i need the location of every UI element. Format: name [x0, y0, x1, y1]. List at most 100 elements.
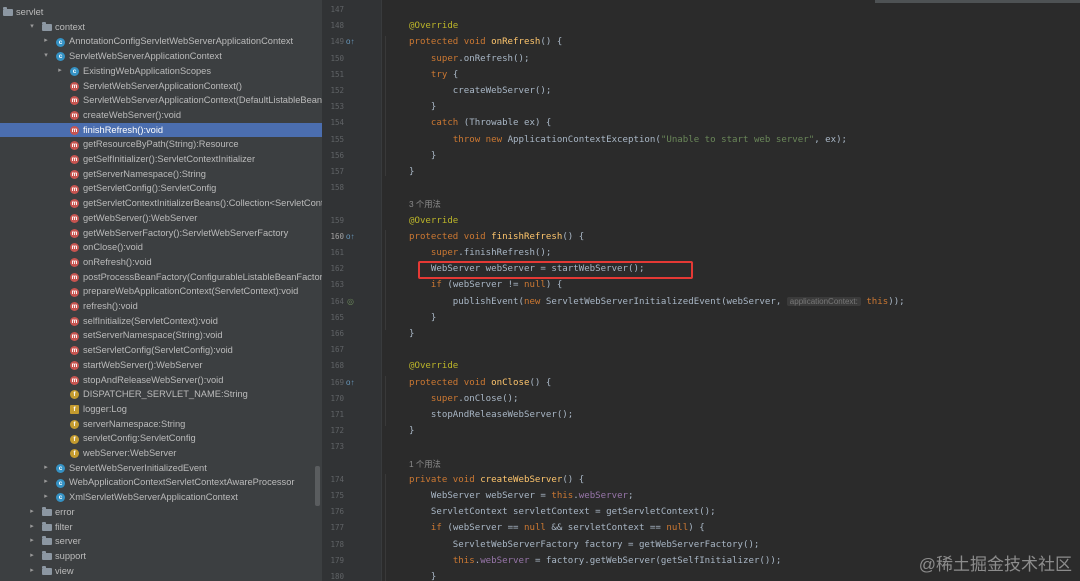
code-line[interactable]: WebServer webServer = startWebServer(); — [409, 261, 645, 277]
chevron-right-icon[interactable]: ▸ — [28, 564, 36, 579]
chevron-right-icon[interactable]: ▸ — [28, 534, 36, 549]
usages-hint[interactable]: 1 个用法 — [409, 456, 441, 472]
code-line[interactable]: } — [409, 326, 414, 342]
code-line[interactable]: private void createWebServer() { — [409, 472, 584, 488]
chevron-down-icon[interactable]: ▾ — [28, 20, 36, 35]
tree-row[interactable]: ▸ filter — [0, 520, 322, 535]
code-line[interactable]: super.onClose(); — [409, 391, 519, 407]
tree-row[interactable]: f webServer:WebServer — [0, 446, 322, 461]
code-line[interactable]: super.finishRefresh(); — [409, 245, 551, 261]
code-line[interactable]: if (webServer == null && servletContext … — [409, 520, 705, 536]
chevron-right-icon[interactable]: ▸ — [42, 34, 50, 49]
override-icon[interactable]: o↑ — [346, 375, 354, 391]
code-line[interactable]: try { — [409, 67, 458, 83]
code-line[interactable]: protected void finishRefresh() { — [409, 229, 584, 245]
code-token: (Throwable ex) { — [463, 118, 552, 129]
tree-row[interactable]: ▸ c WebApplicationContextServletContextAwa… — [0, 475, 322, 490]
tree-row[interactable]: ▸ server — [0, 534, 322, 549]
tree-row[interactable]: f logger:Log — [0, 402, 322, 417]
override-icon[interactable]: o↑ — [346, 34, 354, 50]
code-line[interactable]: } — [409, 148, 436, 164]
tree-row[interactable]: m ServletWebServerApplicationContext(Defa… — [0, 93, 322, 108]
field-sq-icon: f — [70, 405, 79, 415]
tree-row[interactable]: ▸ view — [0, 564, 322, 579]
chevron-right-icon[interactable]: ▸ — [28, 549, 36, 564]
tree-row[interactable]: ▸ c ServletWebServerInitializedEvent — [0, 461, 322, 476]
code-line[interactable]: ServletWebServerFactory factory = getWeb… — [409, 537, 760, 553]
code-line[interactable]: createWebServer(); — [409, 83, 552, 99]
tree-row[interactable]: m onClose():void — [0, 240, 322, 255]
code-line[interactable]: } — [409, 310, 436, 326]
code-line[interactable]: throw new ApplicationContextException("U… — [409, 132, 847, 148]
tree-row[interactable]: ▸ c ExistingWebApplicationScopes — [0, 64, 322, 79]
chevron-right-icon[interactable]: ▸ — [28, 520, 36, 535]
tree-row[interactable]: ▸ support — [0, 549, 322, 564]
tree-row[interactable]: servlet — [0, 5, 322, 20]
tree-row[interactable]: m refresh():void — [0, 299, 322, 314]
tree-row[interactable]: ▾ c ServletWebServerApplicationContext — [0, 49, 322, 64]
tree-row[interactable]: m getWebServerFactory():ServletWebServerF… — [0, 226, 322, 241]
code-token: ) { — [688, 523, 705, 534]
tree-row[interactable]: m getSelfInitializer():ServletContextInit… — [0, 152, 322, 167]
tree-row-label: setServletConfig(ServletConfig):void — [83, 345, 233, 356]
tree-row[interactable]: m setServerNamespace(String):void — [0, 328, 322, 343]
code-line[interactable]: stopAndReleaseWebServer(); — [409, 407, 573, 423]
line-number: 148 — [330, 21, 344, 31]
code-line[interactable]: } — [409, 99, 436, 115]
chevron-right-icon[interactable]: ▸ — [28, 505, 36, 520]
tree-row[interactable]: m selfInitialize(ServletContext):void — [0, 314, 322, 329]
code-line[interactable]: @Override — [409, 18, 458, 34]
tree-row[interactable]: m getWebServer():WebServer — [0, 211, 322, 226]
tree-row[interactable]: m startWebServer():WebServer — [0, 358, 322, 373]
folder-icon — [42, 21, 52, 31]
tree-row[interactable]: m postProcessBeanFactory(ConfigurableList… — [0, 270, 322, 285]
chevron-right-icon[interactable]: ▸ — [42, 475, 50, 490]
tree-row[interactable]: f serverNamespace:String — [0, 417, 322, 432]
tree-row[interactable]: ▸ c XmlServletWebServerApplicationContext — [0, 490, 322, 505]
tree-row[interactable]: m getServletContextInitializerBeans():Col… — [0, 196, 322, 211]
tree-row[interactable]: m onRefresh():void — [0, 255, 322, 270]
code-line[interactable]: protected void onRefresh() { — [409, 34, 562, 50]
code-line[interactable]: @Override — [409, 213, 458, 229]
tree-row[interactable]: f servletConfig:ServletConfig — [0, 431, 322, 446]
tree-row-label: setServerNamespace(String):void — [83, 330, 223, 341]
tree-row[interactable]: m stopAndReleaseWebServer():void — [0, 373, 322, 388]
tree-row[interactable]: ▸ error — [0, 505, 322, 520]
code-line[interactable]: if (webServer != null) { — [409, 277, 562, 293]
event-listener-icon[interactable]: ◎ — [347, 294, 354, 310]
code-line[interactable]: ServletContext servletContext = getServl… — [409, 504, 716, 520]
tree-row[interactable]: m prepareWebApplicationContext(ServletCon… — [0, 284, 322, 299]
tree-row[interactable]: m createWebServer():void — [0, 108, 322, 123]
tree-row[interactable]: f DISPATCHER_SERVLET_NAME:String — [0, 387, 322, 402]
tree-row[interactable]: m finishRefresh():void — [0, 122, 322, 138]
code-line[interactable]: WebServer webServer = this.webServer; — [409, 488, 634, 504]
chevron-right-icon[interactable]: ▸ — [56, 64, 64, 79]
code-line[interactable]: protected void onClose() { — [409, 375, 551, 391]
code-line[interactable]: this.webServer = factory.getWebServer(ge… — [409, 553, 782, 569]
tree-row[interactable]: m setServletConfig(ServletConfig):void — [0, 343, 322, 358]
code-line[interactable]: @Override — [409, 358, 458, 374]
chevron-down-icon[interactable]: ▾ — [42, 49, 50, 64]
tree-row[interactable]: m getServerNamespace():String — [0, 167, 322, 182]
chevron-right-icon[interactable]: ▸ — [42, 461, 50, 476]
tree-row[interactable]: m ServletWebServerApplicationContext() — [0, 79, 322, 94]
tree-scrollbar[interactable] — [315, 466, 320, 506]
tree-row[interactable]: m getResourceByPath(String):Resource — [0, 137, 322, 152]
code-line[interactable]: } — [409, 569, 436, 581]
code-token: private void — [409, 474, 481, 485]
tree-row[interactable]: m getServletConfig():ServletConfig — [0, 181, 322, 196]
folder-icon — [3, 7, 13, 16]
code-line[interactable]: catch (Throwable ex) { — [409, 115, 551, 131]
tree-row[interactable]: ▸ c AnnotationConfigServletWebServerApplic… — [0, 34, 322, 49]
override-icon[interactable]: o↑ — [346, 229, 354, 245]
tree-row-label: prepareWebApplicationContext(ServletCont… — [83, 286, 299, 297]
tree-row[interactable]: ▾ context — [0, 20, 322, 35]
code-line[interactable]: publishEvent(new ServletWebServerInitial… — [409, 294, 905, 310]
chevron-right-icon[interactable]: ▸ — [42, 490, 50, 505]
code-line[interactable]: super.onRefresh(); — [409, 51, 530, 67]
code-line[interactable]: } — [409, 164, 414, 180]
usages-hint[interactable]: 3 个用法 — [409, 196, 441, 212]
code-line[interactable]: } — [409, 423, 414, 439]
